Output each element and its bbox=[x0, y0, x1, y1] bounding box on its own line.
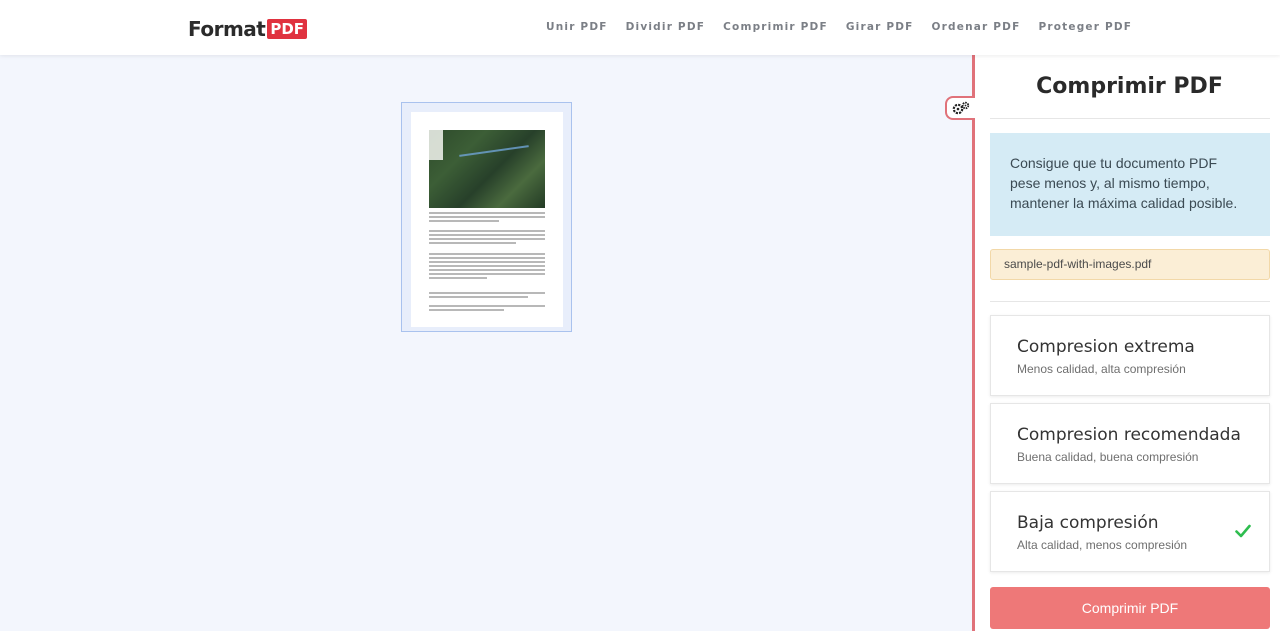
nav-unir-pdf[interactable]: Unir PDF bbox=[546, 21, 608, 33]
comprimir-pdf-button[interactable]: Comprimir PDF bbox=[990, 587, 1270, 629]
nav-girar-pdf[interactable]: Girar PDF bbox=[846, 21, 914, 33]
option-subtitle: Buena calidad, buena compresión bbox=[1017, 450, 1199, 464]
description-box: Consigue que tu documento PDF pese menos… bbox=[990, 133, 1270, 236]
nav-dividir-pdf[interactable]: Dividir PDF bbox=[626, 21, 706, 33]
thumbnail-map-image bbox=[429, 130, 545, 208]
pdf-page-thumbnail[interactable] bbox=[401, 102, 572, 332]
sidebar-rule bbox=[990, 301, 1270, 302]
option-title: Compresion extrema bbox=[1017, 337, 1195, 357]
option-subtitle: Menos calidad, alta compresión bbox=[1017, 362, 1186, 376]
top-header: Format PDF Unir PDF Dividir PDF Comprimi… bbox=[0, 0, 1280, 55]
selected-file-name: sample-pdf-with-images.pdf bbox=[990, 249, 1270, 280]
logo-badge: PDF bbox=[267, 19, 308, 39]
main-nav: Unir PDF Dividir PDF Comprimir PDF Girar… bbox=[546, 21, 1132, 33]
thumbnail-text-block bbox=[429, 253, 545, 281]
gears-icon bbox=[952, 101, 970, 115]
sidebar-title: Comprimir PDF bbox=[1036, 74, 1223, 99]
nav-comprimir-pdf[interactable]: Comprimir PDF bbox=[723, 21, 828, 33]
thumbnail-text-block bbox=[429, 305, 545, 313]
nav-ordenar-pdf[interactable]: Ordenar PDF bbox=[932, 21, 1021, 33]
option-subtitle: Alta calidad, menos compresión bbox=[1017, 538, 1188, 552]
logo-word: Format bbox=[188, 17, 266, 41]
pdf-page-preview bbox=[411, 112, 563, 327]
nav-proteger-pdf[interactable]: Proteger PDF bbox=[1038, 21, 1132, 33]
option-title: Compresion recomendada bbox=[1017, 425, 1241, 445]
option-title: Baja compresión bbox=[1017, 513, 1159, 533]
sidebar-rule bbox=[990, 118, 1270, 119]
settings-toggle-button[interactable] bbox=[945, 96, 975, 120]
thumbnail-text-block bbox=[429, 212, 545, 224]
formatpdf-logo[interactable]: Format PDF bbox=[188, 17, 308, 41]
option-baja-compresion[interactable]: Baja compresión Alta calidad, menos comp… bbox=[990, 491, 1270, 572]
thumbnail-text-block bbox=[429, 230, 545, 246]
thumbnail-text-block bbox=[429, 292, 545, 300]
compression-sidebar: Comprimir PDF Consigue que tu documento … bbox=[975, 55, 1280, 631]
option-compresion-recomendada[interactable]: Compresion recomendada Buena calidad, bu… bbox=[990, 403, 1270, 484]
checkmark-icon bbox=[1235, 524, 1251, 538]
option-compresion-extrema[interactable]: Compresion extrema Menos calidad, alta c… bbox=[990, 315, 1270, 396]
